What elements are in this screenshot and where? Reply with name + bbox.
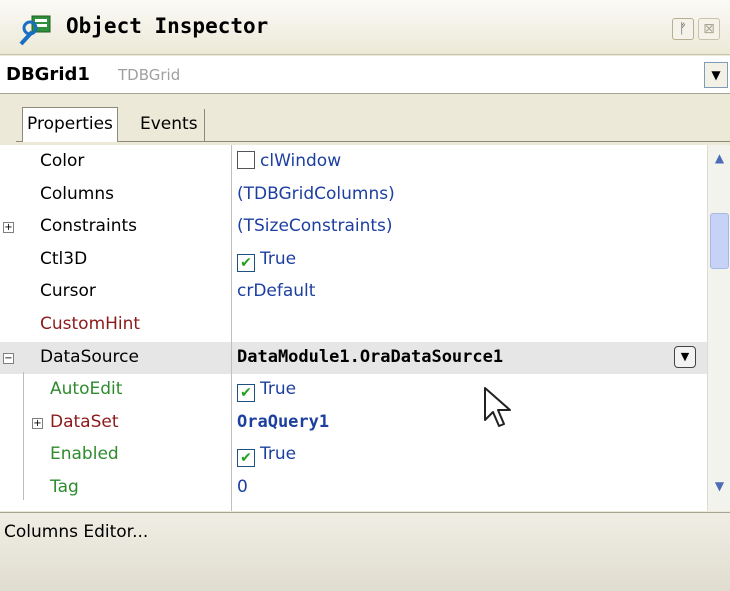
property-value-text: clWindow	[260, 151, 342, 171]
component-name: DBGrid1	[6, 64, 90, 85]
checkbox-checked-icon[interactable]: ✔	[237, 384, 255, 402]
columns-editor-link[interactable]: Columns Editor...	[4, 522, 148, 542]
scroll-down-icon[interactable]: ▼	[712, 479, 727, 494]
title-bar: Object Inspector ᚠ ⊠	[0, 0, 730, 55]
property-value[interactable]: (TDBGridColumns)	[237, 184, 395, 204]
property-value[interactable]: clWindow	[237, 151, 341, 171]
property-name: Ctl3D	[40, 249, 88, 269]
window-title: Object Inspector	[66, 14, 269, 38]
status-panel: Columns Editor...	[0, 512, 730, 591]
property-row[interactable]: CustomHint	[0, 309, 707, 341]
value-dropdown-button[interactable]: ▼	[674, 346, 696, 368]
tab-events[interactable]: Events	[134, 109, 205, 142]
property-value[interactable]: ✔ True	[237, 379, 296, 402]
tree-line	[23, 372, 24, 500]
property-name: Cursor	[40, 281, 96, 301]
property-name: CustomHint	[40, 314, 141, 334]
property-name: Columns	[40, 184, 114, 204]
property-row[interactable]: Cursor crDefault	[0, 276, 707, 308]
column-divider[interactable]	[231, 145, 232, 511]
property-value-text: True	[260, 249, 297, 269]
pin-button[interactable]: ᚠ	[672, 18, 694, 40]
property-row[interactable]: + Constraints (TSizeConstraints)	[0, 211, 707, 243]
property-value-text: True	[260, 444, 297, 464]
property-value[interactable]: ✔ True	[237, 444, 296, 467]
color-swatch[interactable]	[237, 151, 255, 169]
property-value[interactable]: crDefault	[237, 281, 315, 301]
property-row[interactable]: Enabled ✔ True	[0, 439, 707, 471]
property-row[interactable]: − DataSource DataModule1.OraDataSource1 ▼	[0, 342, 707, 374]
property-name: Constraints	[40, 216, 137, 236]
scroll-up-icon[interactable]: ▲	[712, 151, 727, 166]
checkbox-checked-icon[interactable]: ✔	[237, 254, 255, 272]
property-value[interactable]: ✔ True	[237, 249, 296, 272]
property-grid: Color clWindow Columns (TDBGridColumns) + Con…	[0, 145, 707, 511]
property-row[interactable]: Ctl3D ✔ True	[0, 244, 707, 276]
property-row[interactable]: Color clWindow	[0, 146, 707, 178]
expand-icon[interactable]: +	[3, 222, 14, 233]
property-name: AutoEdit	[50, 379, 123, 399]
expand-icon[interactable]: +	[32, 418, 43, 429]
property-name: Color	[40, 151, 85, 171]
property-name: DataSet	[50, 412, 119, 432]
property-row[interactable]: AutoEdit ✔ True	[0, 374, 707, 406]
component-type: TDBGrid	[118, 66, 181, 84]
component-selector[interactable]: DBGrid1 TDBGrid ▼	[0, 56, 730, 94]
vertical-scrollbar[interactable]: ▲ ▼	[707, 145, 730, 511]
property-row[interactable]: Columns (TDBGridColumns)	[0, 179, 707, 211]
checkbox-checked-icon[interactable]: ✔	[237, 449, 255, 467]
collapse-icon[interactable]: −	[3, 353, 14, 364]
component-dropdown-button[interactable]: ▼	[704, 62, 728, 88]
scroll-thumb[interactable]	[710, 213, 729, 269]
property-row[interactable]: + DataSet OraQuery1	[0, 407, 707, 439]
property-value[interactable]: (TSizeConstraints)	[237, 216, 393, 236]
property-value[interactable]: DataModule1.OraDataSource1	[237, 347, 503, 367]
mouse-cursor-icon	[484, 387, 511, 427]
property-value[interactable]: 0	[237, 477, 248, 497]
property-value-text: True	[260, 379, 297, 399]
tab-baseline	[16, 141, 730, 142]
property-name: Tag	[50, 477, 79, 497]
property-name: DataSource	[40, 347, 139, 367]
property-name: Enabled	[50, 444, 119, 464]
tab-strip: Properties Events	[0, 95, 730, 144]
property-value[interactable]: OraQuery1	[237, 412, 329, 432]
close-button[interactable]: ⊠	[698, 18, 720, 40]
object-inspector-icon	[19, 15, 51, 46]
property-row[interactable]: Tag 0	[0, 472, 707, 504]
tab-properties[interactable]: Properties	[22, 107, 118, 142]
